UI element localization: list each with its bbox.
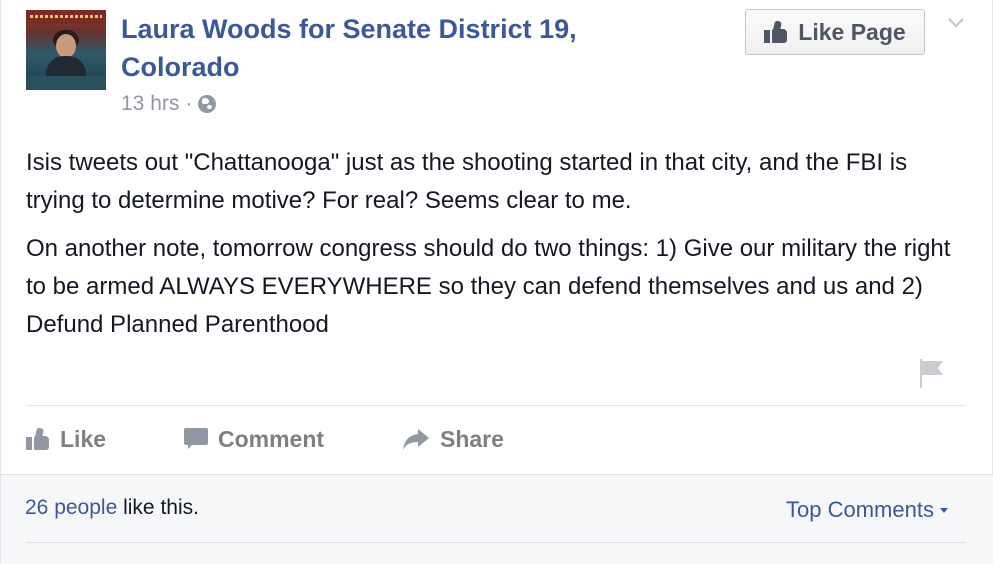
- share-arrow-icon: [403, 429, 429, 450]
- page-name-link[interactable]: Laura Woods for Senate District 19, Colo…: [121, 10, 641, 86]
- chevron-down-icon[interactable]: [947, 14, 965, 32]
- likes-summary: 26 people like this.: [25, 496, 199, 520]
- comment-label: Comment: [218, 425, 325, 452]
- footer-divider: [26, 542, 966, 543]
- post-body: Isis tweets out "Chattanooga" just as th…: [26, 144, 966, 354]
- like-page-label: Like Page: [798, 18, 906, 45]
- post-paragraph-1: Isis tweets out "Chattanooga" just as th…: [26, 149, 908, 214]
- top-comments-label: Top Comments: [786, 497, 934, 522]
- globe-icon[interactable]: [198, 95, 217, 113]
- avatar-head: [56, 34, 76, 58]
- comment-icon: [184, 428, 208, 450]
- like-label: Like: [60, 425, 107, 452]
- meta-separator: ·: [185, 92, 193, 115]
- thumbs-up-icon: [764, 20, 788, 43]
- post-card: Laura Woods for Senate District 19, Colo…: [0, 0, 993, 564]
- timestamp[interactable]: 13 hrs: [121, 92, 179, 116]
- caret-down-icon: [939, 507, 948, 513]
- avatar-desk: [26, 76, 106, 90]
- page-avatar[interactable]: [26, 10, 106, 90]
- share-label: Share: [440, 425, 504, 452]
- thumbs-up-icon: [26, 427, 50, 450]
- share-button[interactable]: Share: [402, 420, 504, 458]
- post-meta: 13 hrs ·: [121, 92, 217, 116]
- actions-divider: [26, 405, 966, 406]
- comment-button[interactable]: Comment: [184, 420, 402, 458]
- likes-suffix: like this.: [117, 496, 199, 519]
- avatar-frame: [26, 10, 106, 24]
- post-actions: Like Comment Share: [26, 420, 504, 458]
- likes-count-link[interactable]: 26 people: [25, 496, 117, 519]
- top-comments-dropdown[interactable]: Top Comments: [786, 497, 948, 523]
- like-button[interactable]: Like: [26, 420, 184, 458]
- post-paragraph-2: On another note, tomorrow congress shoul…: [26, 235, 951, 338]
- like-page-button[interactable]: Like Page: [745, 9, 925, 55]
- flag-icon[interactable]: [918, 357, 946, 389]
